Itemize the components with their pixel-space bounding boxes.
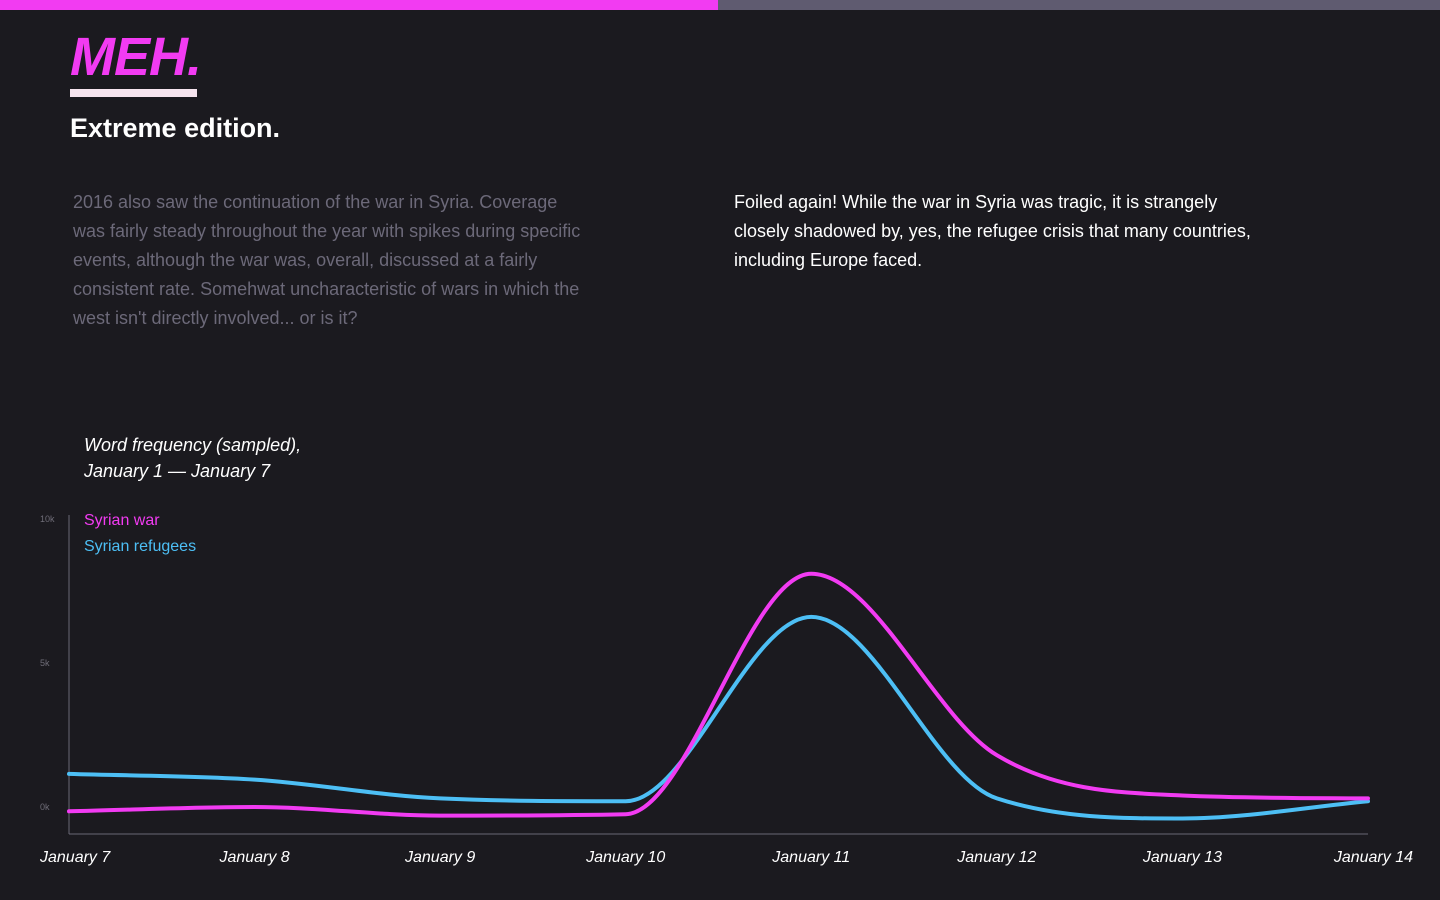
x-tick-label: January 12 xyxy=(956,849,1036,866)
series-line xyxy=(67,614,1370,821)
line-chart: 0k 5k 10k January 7 January 8 January 9 Januar… xyxy=(39,512,1413,866)
y-tick-label: 10k xyxy=(40,514,55,524)
x-tick-label: January 9 xyxy=(404,849,475,866)
x-tick-label: January 13 xyxy=(1142,849,1222,866)
y-tick-label: 5k xyxy=(40,658,50,668)
x-tick-label: January 14 xyxy=(1333,849,1413,866)
y-tick-label: 0k xyxy=(40,802,50,812)
x-tick-label: January 8 xyxy=(218,849,289,866)
legend-item: Syrian war xyxy=(84,512,160,529)
x-tick-label: January 7 xyxy=(39,849,111,866)
legend-item: Syrian refugees xyxy=(84,538,196,555)
x-tick-label: January 11 xyxy=(771,849,850,866)
x-tick-label: January 10 xyxy=(585,849,665,866)
